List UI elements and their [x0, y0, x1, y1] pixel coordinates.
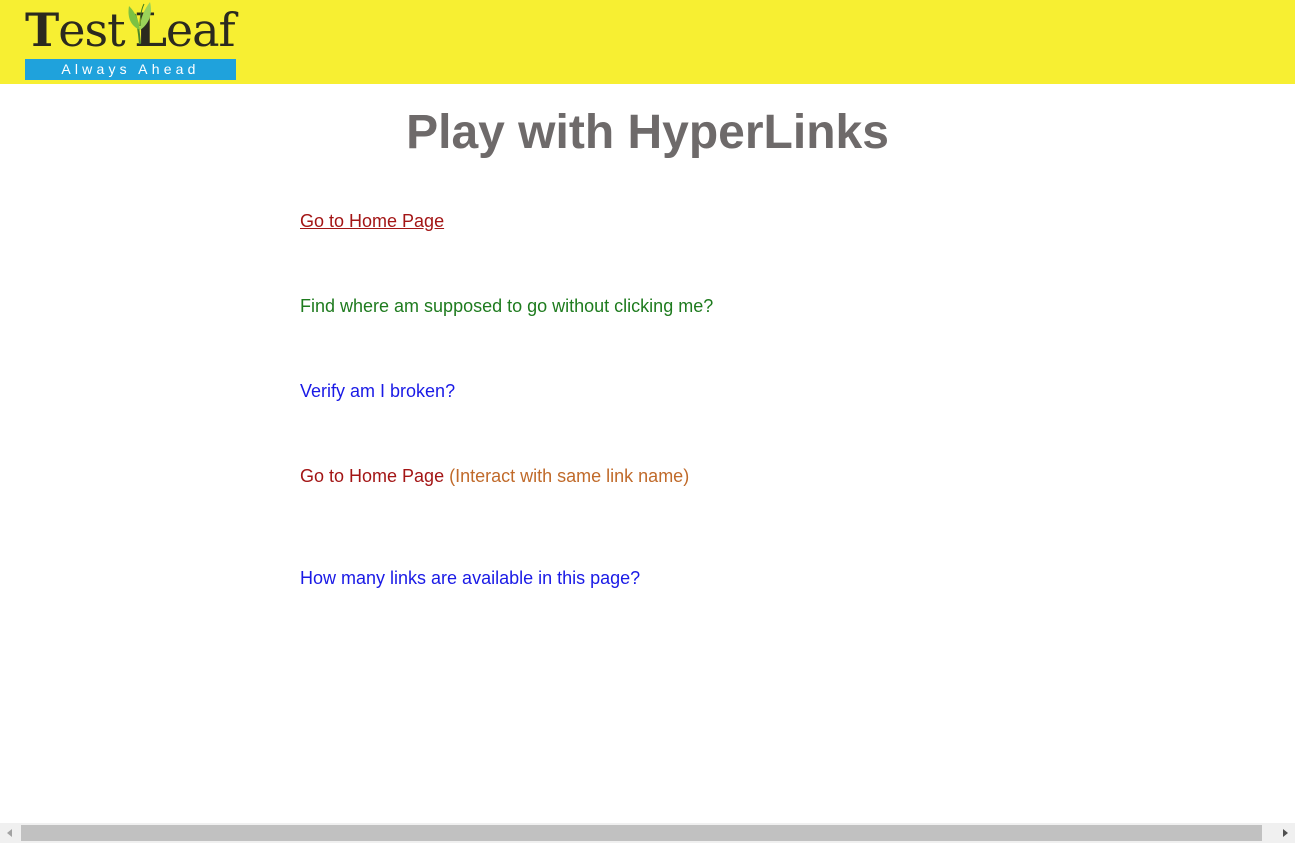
go-to-home-page-duplicate-link[interactable]: Go to Home Page [300, 466, 444, 486]
link-row-find-destination: Find where am supposed to go without cli… [300, 295, 713, 317]
count-links-link[interactable]: How many links are available in this pag… [300, 568, 640, 588]
find-destination-link[interactable]: Find where am supposed to go without cli… [300, 296, 713, 316]
link-row-count-links: How many links are available in this pag… [300, 567, 640, 589]
leaf-icon [128, 2, 151, 44]
arrow-left-icon[interactable] [0, 823, 20, 843]
go-to-home-page-link[interactable]: Go to Home Page [300, 211, 444, 231]
link-row-home: Go to Home Page [300, 210, 444, 232]
arrow-right-icon[interactable] [1275, 823, 1295, 843]
link-row-same-name: Go to Home Page (Interact with same link… [300, 465, 689, 487]
logo-tagline: Always Ahead [25, 59, 236, 80]
testleaf-logo[interactable]: Test Leaf Always Ahead [25, 2, 236, 80]
broken-link[interactable]: Verify am I broken? [300, 381, 455, 401]
scrollbar-thumb[interactable] [21, 825, 1262, 841]
same-link-name-note: (Interact with same link name) [449, 466, 690, 486]
page-title: Play with HyperLinks [406, 106, 889, 159]
horizontal-scrollbar[interactable] [0, 823, 1295, 843]
header-banner: Test Leaf Always Ahead [0, 0, 1295, 84]
logo-wordmark-area: Test Leaf [25, 2, 236, 60]
link-row-broken: Verify am I broken? [300, 380, 455, 402]
